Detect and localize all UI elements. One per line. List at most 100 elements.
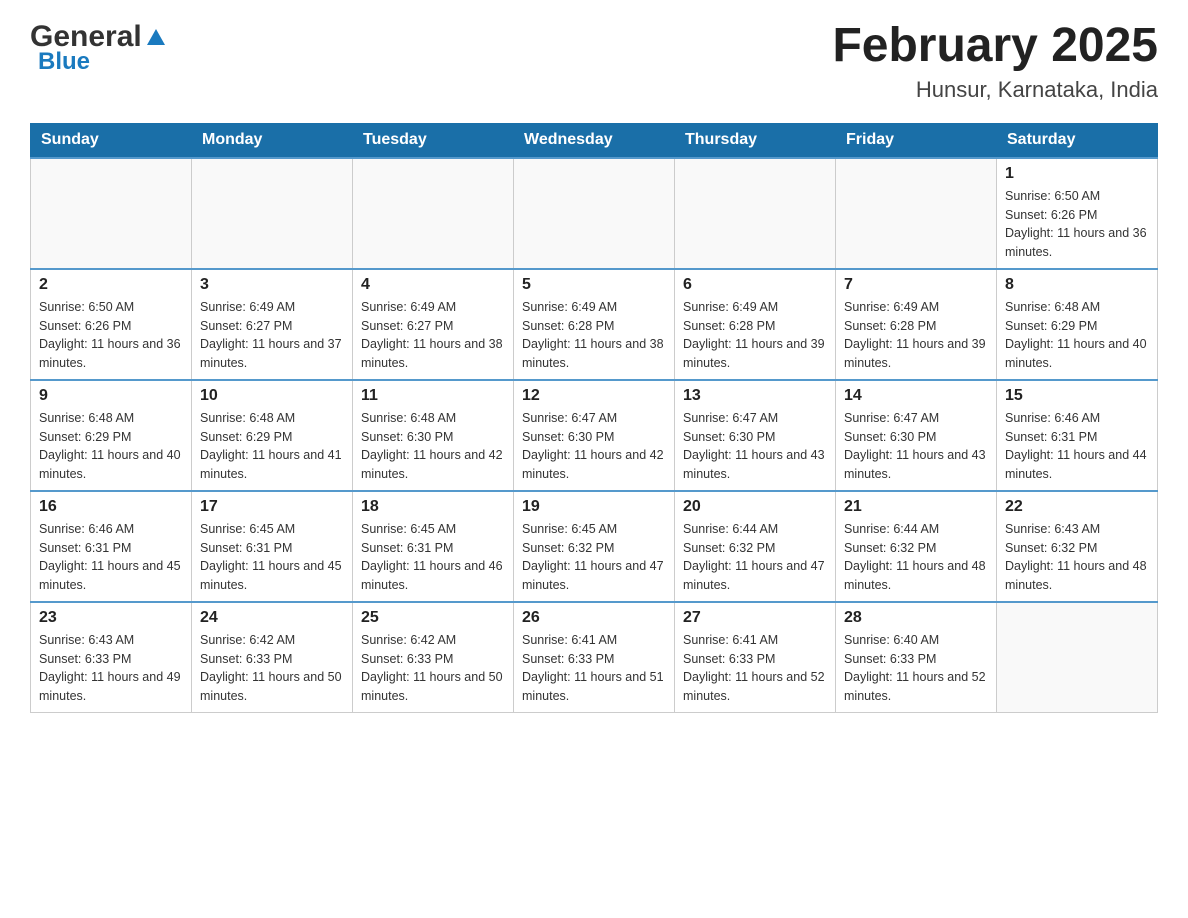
empty-cell bbox=[675, 158, 836, 269]
day-number: 19 bbox=[522, 498, 666, 516]
day-info: Sunrise: 6:49 AMSunset: 6:28 PMDaylight:… bbox=[522, 298, 666, 373]
day-number: 24 bbox=[200, 609, 344, 627]
day-info: Sunrise: 6:43 AMSunset: 6:33 PMDaylight:… bbox=[39, 631, 183, 706]
calendar-title: February 2025 bbox=[832, 20, 1158, 73]
day-info: Sunrise: 6:49 AMSunset: 6:27 PMDaylight:… bbox=[200, 298, 344, 373]
header-cell-thursday: Thursday bbox=[675, 123, 836, 158]
calendar-body: 1 Sunrise: 6:50 AMSunset: 6:26 PMDaylight… bbox=[31, 158, 1158, 713]
day-number: 25 bbox=[361, 609, 505, 627]
header-cell-monday: Monday bbox=[192, 123, 353, 158]
day-info: Sunrise: 6:48 AMSunset: 6:29 PMDaylight:… bbox=[1005, 298, 1149, 373]
day-info: Sunrise: 6:50 AMSunset: 6:26 PMDaylight:… bbox=[39, 298, 183, 373]
day-number: 8 bbox=[1005, 276, 1149, 294]
day-cell-14: 14 Sunrise: 6:47 AMSunset: 6:30 PMDayligh… bbox=[836, 380, 997, 491]
day-info: Sunrise: 6:49 AMSunset: 6:27 PMDaylight:… bbox=[361, 298, 505, 373]
week-row-4: 16 Sunrise: 6:46 AMSunset: 6:31 PMDayligh… bbox=[31, 491, 1158, 602]
day-cell-10: 10 Sunrise: 6:48 AMSunset: 6:29 PMDayligh… bbox=[192, 380, 353, 491]
day-cell-16: 16 Sunrise: 6:46 AMSunset: 6:31 PMDayligh… bbox=[31, 491, 192, 602]
day-number: 23 bbox=[39, 609, 183, 627]
day-info: Sunrise: 6:45 AMSunset: 6:31 PMDaylight:… bbox=[200, 520, 344, 595]
day-number: 2 bbox=[39, 276, 183, 294]
logo: General Blue bbox=[30, 20, 167, 76]
day-info: Sunrise: 6:48 AMSunset: 6:30 PMDaylight:… bbox=[361, 409, 505, 484]
day-cell-28: 28 Sunrise: 6:40 AMSunset: 6:33 PMDayligh… bbox=[836, 602, 997, 713]
day-cell-6: 6 Sunrise: 6:49 AMSunset: 6:28 PMDaylight… bbox=[675, 269, 836, 380]
day-number: 26 bbox=[522, 609, 666, 627]
day-info: Sunrise: 6:41 AMSunset: 6:33 PMDaylight:… bbox=[683, 631, 827, 706]
day-cell-13: 13 Sunrise: 6:47 AMSunset: 6:30 PMDayligh… bbox=[675, 380, 836, 491]
calendar-table: SundayMondayTuesdayWednesdayThursdayFrid… bbox=[30, 123, 1158, 713]
header-cell-saturday: Saturday bbox=[997, 123, 1158, 158]
day-number: 15 bbox=[1005, 387, 1149, 405]
week-row-2: 2 Sunrise: 6:50 AMSunset: 6:26 PMDaylight… bbox=[31, 269, 1158, 380]
calendar-header: SundayMondayTuesdayWednesdayThursdayFrid… bbox=[31, 123, 1158, 158]
day-number: 16 bbox=[39, 498, 183, 516]
day-cell-15: 15 Sunrise: 6:46 AMSunset: 6:31 PMDayligh… bbox=[997, 380, 1158, 491]
day-info: Sunrise: 6:40 AMSunset: 6:33 PMDaylight:… bbox=[844, 631, 988, 706]
day-info: Sunrise: 6:47 AMSunset: 6:30 PMDaylight:… bbox=[522, 409, 666, 484]
day-cell-9: 9Sunrise: 6:48 AMSunset: 6:29 PMDaylight… bbox=[31, 380, 192, 491]
day-number: 17 bbox=[200, 498, 344, 516]
day-cell-1: 1Sunrise: 6:50 AMSunset: 6:26 PMDaylight… bbox=[997, 158, 1158, 269]
header-cell-friday: Friday bbox=[836, 123, 997, 158]
day-cell-18: 18Sunrise: 6:45 AMSunset: 6:31 PMDayligh… bbox=[353, 491, 514, 602]
empty-cell bbox=[836, 158, 997, 269]
day-info: Sunrise: 6:42 AMSunset: 6:33 PMDaylight:… bbox=[361, 631, 505, 706]
day-cell-12: 12 Sunrise: 6:47 AMSunset: 6:30 PMDayligh… bbox=[514, 380, 675, 491]
day-number: 14 bbox=[844, 387, 988, 405]
day-info: Sunrise: 6:41 AMSunset: 6:33 PMDaylight:… bbox=[522, 631, 666, 706]
calendar-subtitle: Hunsur, Karnataka, India bbox=[832, 77, 1158, 103]
day-info: Sunrise: 6:49 AMSunset: 6:28 PMDaylight:… bbox=[844, 298, 988, 373]
day-cell-23: 23 Sunrise: 6:43 AMSunset: 6:33 PMDayligh… bbox=[31, 602, 192, 713]
day-cell-8: 8 Sunrise: 6:48 AMSunset: 6:29 PMDaylight… bbox=[997, 269, 1158, 380]
page-header: General Blue February 2025 Hunsur, Karna… bbox=[30, 20, 1158, 103]
header-cell-sunday: Sunday bbox=[31, 123, 192, 158]
logo-blue-text: Blue bbox=[38, 48, 90, 76]
header-cell-tuesday: Tuesday bbox=[353, 123, 514, 158]
day-info: Sunrise: 6:44 AMSunset: 6:32 PMDaylight:… bbox=[844, 520, 988, 595]
day-info: Sunrise: 6:45 AMSunset: 6:31 PMDaylight:… bbox=[361, 520, 505, 595]
day-cell-22: 22Sunrise: 6:43 AMSunset: 6:32 PMDayligh… bbox=[997, 491, 1158, 602]
day-number: 11 bbox=[361, 387, 505, 405]
day-info: Sunrise: 6:43 AMSunset: 6:32 PMDaylight:… bbox=[1005, 520, 1149, 595]
day-number: 3 bbox=[200, 276, 344, 294]
day-number: 7 bbox=[844, 276, 988, 294]
day-number: 4 bbox=[361, 276, 505, 294]
day-number: 28 bbox=[844, 609, 988, 627]
day-info: Sunrise: 6:44 AMSunset: 6:32 PMDaylight:… bbox=[683, 520, 827, 595]
day-number: 27 bbox=[683, 609, 827, 627]
day-number: 5 bbox=[522, 276, 666, 294]
day-cell-4: 4 Sunrise: 6:49 AMSunset: 6:27 PMDaylight… bbox=[353, 269, 514, 380]
day-number: 10 bbox=[200, 387, 344, 405]
day-number: 13 bbox=[683, 387, 827, 405]
day-info: Sunrise: 6:47 AMSunset: 6:30 PMDaylight:… bbox=[844, 409, 988, 484]
day-number: 20 bbox=[683, 498, 827, 516]
day-cell-27: 27 Sunrise: 6:41 AMSunset: 6:33 PMDayligh… bbox=[675, 602, 836, 713]
day-cell-24: 24 Sunrise: 6:42 AMSunset: 6:33 PMDayligh… bbox=[192, 602, 353, 713]
day-cell-5: 5 Sunrise: 6:49 AMSunset: 6:28 PMDaylight… bbox=[514, 269, 675, 380]
day-cell-26: 26 Sunrise: 6:41 AMSunset: 6:33 PMDayligh… bbox=[514, 602, 675, 713]
day-cell-3: 3 Sunrise: 6:49 AMSunset: 6:27 PMDaylight… bbox=[192, 269, 353, 380]
empty-cell bbox=[514, 158, 675, 269]
day-number: 6 bbox=[683, 276, 827, 294]
week-row-1: 1Sunrise: 6:50 AMSunset: 6:26 PMDaylight… bbox=[31, 158, 1158, 269]
logo-arrow-icon bbox=[145, 25, 167, 52]
day-info: Sunrise: 6:48 AMSunset: 6:29 PMDaylight:… bbox=[39, 409, 183, 484]
day-info: Sunrise: 6:47 AMSunset: 6:30 PMDaylight:… bbox=[683, 409, 827, 484]
day-info: Sunrise: 6:45 AMSunset: 6:32 PMDaylight:… bbox=[522, 520, 666, 595]
day-cell-11: 11 Sunrise: 6:48 AMSunset: 6:30 PMDayligh… bbox=[353, 380, 514, 491]
day-info: Sunrise: 6:48 AMSunset: 6:29 PMDaylight:… bbox=[200, 409, 344, 484]
day-cell-20: 20 Sunrise: 6:44 AMSunset: 6:32 PMDayligh… bbox=[675, 491, 836, 602]
day-info: Sunrise: 6:42 AMSunset: 6:33 PMDaylight:… bbox=[200, 631, 344, 706]
day-info: Sunrise: 6:49 AMSunset: 6:28 PMDaylight:… bbox=[683, 298, 827, 373]
title-block: February 2025 Hunsur, Karnataka, India bbox=[832, 20, 1158, 103]
day-number: 12 bbox=[522, 387, 666, 405]
week-row-3: 9Sunrise: 6:48 AMSunset: 6:29 PMDaylight… bbox=[31, 380, 1158, 491]
day-number: 1 bbox=[1005, 165, 1149, 183]
day-cell-19: 19 Sunrise: 6:45 AMSunset: 6:32 PMDayligh… bbox=[514, 491, 675, 602]
day-number: 21 bbox=[844, 498, 988, 516]
day-info: Sunrise: 6:46 AMSunset: 6:31 PMDaylight:… bbox=[1005, 409, 1149, 484]
day-info: Sunrise: 6:46 AMSunset: 6:31 PMDaylight:… bbox=[39, 520, 183, 595]
day-cell-2: 2 Sunrise: 6:50 AMSunset: 6:26 PMDaylight… bbox=[31, 269, 192, 380]
empty-cell bbox=[31, 158, 192, 269]
